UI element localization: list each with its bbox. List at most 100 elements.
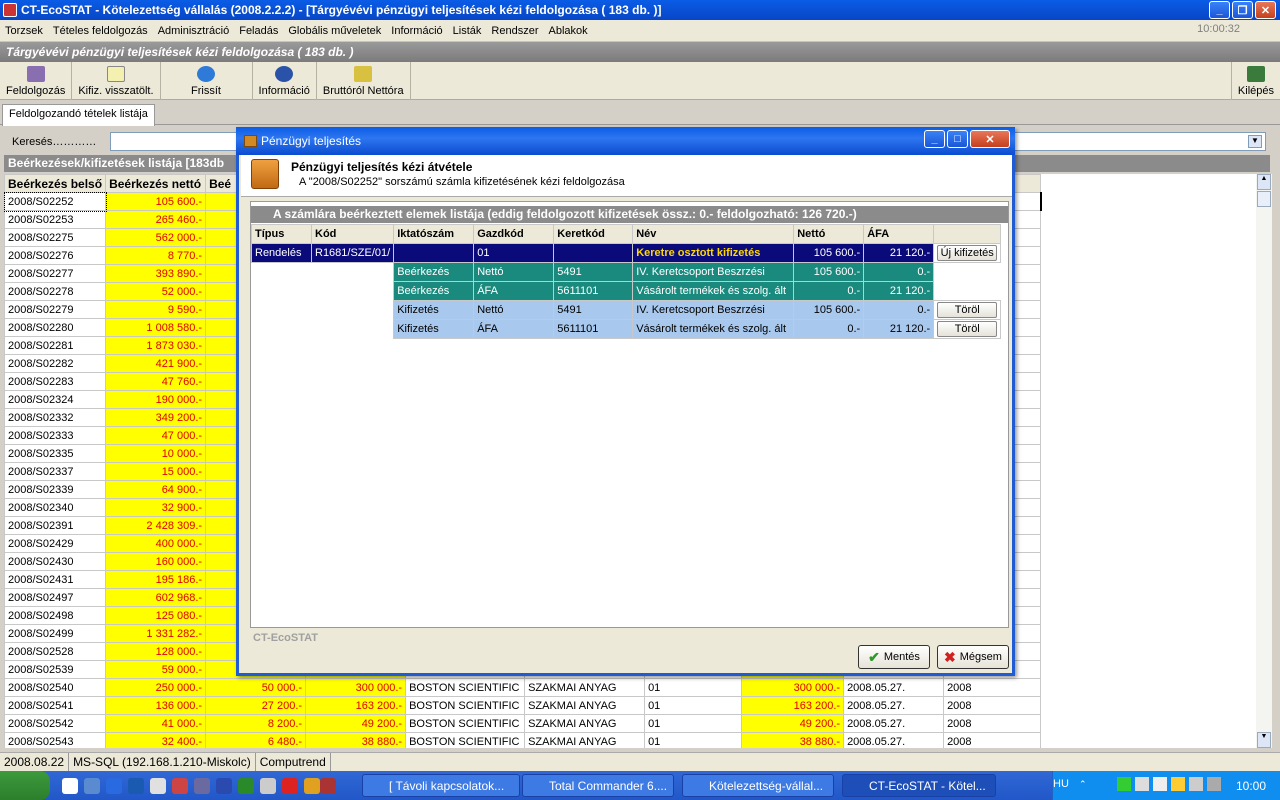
frissit-button[interactable]: Frissít (161, 62, 253, 100)
table-row[interactable]: 2008/S02542 41 000.- 8 200.- 49 200.- BOSTON… (4, 714, 1042, 733)
tray-icon[interactable] (1153, 777, 1167, 791)
table-cell: 38 880.- (741, 732, 845, 748)
lang-indicator[interactable]: HU (1053, 778, 1069, 790)
table-cell: 2008.05.27. (843, 732, 945, 748)
table-cell: SZAKMAI ANYAG (524, 696, 646, 715)
dcol-header[interactable]: Gazdkód (473, 224, 555, 244)
chevron-up-icon[interactable]: ⌃ (1079, 779, 1087, 790)
start-button[interactable] (0, 771, 50, 800)
task-totalcmd[interactable]: Total Commander 6.... (522, 774, 674, 797)
table-row[interactable]: 2008/S02540 250 000.- 50 000.- 300 000.- BOS… (4, 678, 1042, 697)
uj-kifizetes-button[interactable]: Új kifizetés (937, 245, 998, 261)
quicklaunch-icon[interactable] (150, 778, 166, 794)
quicklaunch-icon[interactable] (260, 778, 276, 794)
cell-id: 2008/S02335 (4, 444, 107, 463)
tray-icon[interactable] (1135, 777, 1149, 791)
ie-icon[interactable] (128, 778, 144, 794)
kifiz-visszatolt-button[interactable]: Kifiz. visszatölt. (72, 62, 161, 100)
dialog-close-button[interactable]: ✕ (970, 130, 1010, 148)
col-header[interactable]: Beérkezés belső (4, 174, 107, 193)
quicklaunch-icon[interactable] (172, 778, 188, 794)
task-tavoli[interactable]: [ Távoli kapcsolatok... (362, 774, 520, 797)
cell-id: 2008/S02340 (4, 498, 107, 517)
table-row[interactable]: 2008/S02541 136 000.- 27 200.- 163 200.- BOS… (4, 696, 1042, 715)
table-cell: 01 (644, 678, 743, 697)
table-row[interactable]: 2008/S02543 32 400.- 6 480.- 38 880.- BOSTON… (4, 732, 1042, 748)
feldolgozas-button[interactable]: Feldolgozás (0, 62, 73, 100)
table-cell: 250 000.- (105, 678, 207, 697)
dialog-row[interactable]: Beérkezés ÁFA 5611101 Vásárolt termékek … (252, 281, 1001, 301)
vertical-scrollbar[interactable]: ▲ ▼ (1256, 174, 1272, 748)
minimize-button[interactable]: _ (1209, 1, 1230, 19)
scroll-thumb[interactable] (1257, 191, 1271, 207)
table-cell: 2008 (943, 678, 1042, 697)
cancel-button[interactable]: ✖ Mégsem (937, 645, 1009, 669)
menu-globalis[interactable]: Globális műveletek (283, 25, 386, 37)
scroll-up-icon[interactable]: ▲ (1257, 174, 1271, 190)
dialog-row[interactable]: Kifizetés Nettó 5491 IV. Keretcsoport Be… (252, 300, 1002, 320)
menu-feladas[interactable]: Feladás (234, 25, 283, 37)
dcol-header[interactable]: Típus (251, 224, 312, 244)
table-cell: 01 (644, 714, 743, 733)
dcol-header[interactable]: ÁFA (863, 224, 935, 244)
quicklaunch-icon[interactable] (320, 778, 336, 794)
network-icon[interactable] (1207, 777, 1221, 791)
dialog-row[interactable]: Beérkezés Nettó 5491 IV. Keretcsoport Be… (252, 262, 1001, 282)
tray-icon[interactable] (1171, 777, 1185, 791)
menu-torzsek[interactable]: Torzsek (0, 25, 48, 37)
speaker-icon[interactable] (1189, 777, 1203, 791)
pdf-icon[interactable] (282, 778, 298, 794)
app-title: CT-EcoSTAT - Kötelezettség vállalás (200… (21, 3, 662, 17)
cell-id: 2008/S02337 (4, 462, 107, 481)
items-header: A számlára beérkeztett elemek listája (e… (251, 206, 1008, 223)
menu-rendszer[interactable]: Rendszer (486, 25, 543, 37)
quicklaunch-icon[interactable] (84, 778, 100, 794)
cell-netto: 1 873 030.- (105, 336, 207, 355)
close-button[interactable]: ✕ (1255, 1, 1276, 19)
dialog-penzugyi-teljesites: Pénzügyi teljesítés _ □ ✕ Pénzügyi telje… (236, 127, 1015, 676)
kilepes-button[interactable]: Kilépés (1230, 62, 1280, 100)
torol-button[interactable]: Töröl (937, 302, 998, 318)
dcol-header[interactable]: Nettó (793, 224, 865, 244)
excel-icon[interactable] (238, 778, 254, 794)
cell-netto: 421 900.- (105, 354, 207, 373)
menu-informacio[interactable]: Információ (386, 25, 447, 37)
dialog-maximize-button[interactable]: □ (947, 130, 968, 148)
dcol-header[interactable]: Keretkód (553, 224, 634, 244)
table-cell: 01 (644, 732, 743, 748)
table-cell: 163 200.- (305, 696, 407, 715)
tab-feldolgozando[interactable]: Feldolgozandó tételek listája (2, 104, 155, 126)
informacio-button[interactable]: Információ (253, 62, 317, 100)
table-cell: 49 200.- (741, 714, 845, 733)
torol-button[interactable]: Töröl (937, 321, 998, 337)
chevron-down-icon[interactable]: ▼ (1248, 135, 1262, 148)
tray-icon[interactable] (1117, 777, 1131, 791)
table-cell: 8 200.- (205, 714, 307, 733)
quicklaunch-icon[interactable] (194, 778, 210, 794)
restore-button[interactable]: ❐ (1232, 1, 1253, 19)
save-button[interactable]: ✔ Mentés (858, 645, 930, 669)
scroll-down-icon[interactable]: ▼ (1257, 732, 1271, 748)
dcol-header[interactable]: Kód (310, 224, 395, 244)
tab-strip: Feldolgozandó tételek listája (0, 103, 1280, 126)
word-icon[interactable] (216, 778, 232, 794)
cell-id: 2008/S02282 (4, 354, 107, 373)
dialog-minimize-button[interactable]: _ (924, 130, 945, 148)
task-kotelezettseg[interactable]: Kötelezettség-vállal... (682, 774, 834, 797)
cell-netto: 2 428 309.- (105, 516, 207, 535)
quicklaunch-icon[interactable] (62, 778, 78, 794)
dialog-row[interactable]: Kifizetés ÁFA 5611101 Vásárolt termékek … (252, 319, 1002, 339)
col-header[interactable]: Beérkezés nettó (105, 174, 207, 193)
clock: 10:00:32 (1197, 23, 1240, 35)
task-ecostat[interactable]: CT-EcoSTAT - Kötel... (842, 774, 996, 797)
menu-teteles[interactable]: Tételes feldolgozás (48, 25, 153, 37)
menu-ablakok[interactable]: Ablakok (543, 25, 592, 37)
dcol-header[interactable]: Iktatószám (393, 224, 475, 244)
ie-icon[interactable] (106, 778, 122, 794)
brutto-netto-button[interactable]: Bruttóról Nettóra (317, 62, 411, 100)
menu-listak[interactable]: Listák (448, 25, 487, 37)
quicklaunch-icon[interactable] (304, 778, 320, 794)
menu-adminisztracio[interactable]: Adminisztráció (153, 25, 235, 37)
dialog-row-rendeles[interactable]: Rendelés R1681/SZE/01/ 01 Keretre osztot… (251, 243, 1002, 263)
dcol-header[interactable]: Név (632, 224, 795, 244)
